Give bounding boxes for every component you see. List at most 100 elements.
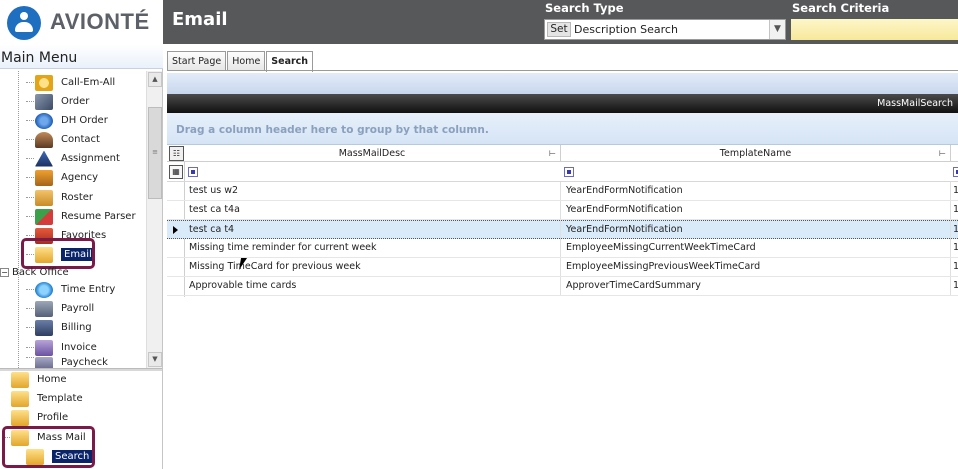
table-row[interactable]: test ca t4a YearEndFormNotification 1 <box>167 201 958 220</box>
pin-icon[interactable]: ⊢ <box>549 145 556 162</box>
sidebar-group-back-office[interactable]: − Back Office <box>0 266 69 278</box>
page-title: Email <box>172 9 228 30</box>
scroll-thumb[interactable]: ≡ <box>148 107 162 199</box>
tab-divider <box>167 70 958 71</box>
email-nav-template[interactable]: Template <box>11 389 83 408</box>
envelope-icon <box>11 390 29 407</box>
cell-desc: test ca t4a <box>184 201 561 219</box>
set-button[interactable]: Set <box>547 22 571 37</box>
search-type-select[interactable]: Set Description Search ▼ <box>544 19 786 40</box>
table-row[interactable]: test us w2 YearEndFormNotification 1 <box>167 182 958 201</box>
group-by-area[interactable]: Drag a column header here to group by th… <box>167 113 958 145</box>
cell-extra: 1 <box>953 280 958 291</box>
email-nav-label: Template <box>37 393 83 404</box>
filter-operator-icon[interactable] <box>188 167 198 177</box>
sidebar-item-dh-order[interactable]: DH Order <box>26 111 108 130</box>
tab-strip: Start Page Home Search <box>167 51 314 72</box>
search-type-value: Description Search <box>574 23 678 36</box>
sidebar-item-contact[interactable]: Contact <box>26 130 100 149</box>
billing-icon <box>35 319 53 336</box>
sidebar-item-call-em-all[interactable]: Call-Em-All <box>26 73 115 92</box>
email-nav-profile[interactable]: Profile <box>11 408 68 427</box>
calculator-icon <box>35 300 53 317</box>
clear-filter-icon[interactable]: ▦ <box>169 165 183 179</box>
table-row[interactable]: Approvable time cards ApproverTimeCardSu… <box>167 277 958 296</box>
sidebar-item-paycheck[interactable]: Paycheck <box>26 357 108 368</box>
panel-title-bar: MassMailSearch <box>167 94 958 113</box>
highlight-box-email <box>21 238 95 269</box>
search-criteria-input[interactable] <box>791 19 958 40</box>
scroll-up-icon[interactable]: ▲ <box>148 72 162 87</box>
grid-header-row: ☷ MassMailDesc ⊢ TemplateName ⊢ <box>167 145 958 162</box>
invoice-icon <box>35 339 53 356</box>
scroll-down-icon[interactable]: ▼ <box>148 352 162 367</box>
sidebar-item-resume-parser[interactable]: Resume Parser <box>26 207 136 226</box>
avionte-logo-icon <box>7 6 41 40</box>
highlight-box-mass-mail <box>2 426 95 468</box>
tab-start-page[interactable]: Start Page <box>167 51 227 71</box>
email-nav-home[interactable]: Home <box>11 370 67 389</box>
envelope-icon <box>11 409 29 426</box>
sidebar-item-label: Resume Parser <box>61 211 136 222</box>
sidebar-item-label: Payroll <box>61 303 95 314</box>
sidebar-scrollbar[interactable]: ▲ ≡ ▼ <box>146 71 162 368</box>
results-grid: ☷ MassMailDesc ⊢ TemplateName ⊢ ▦ test u… <box>167 145 958 469</box>
cell-template: EmployeeMissingPreviousWeekTimeCard <box>561 258 951 276</box>
cell-extra: 1 <box>953 242 958 253</box>
sidebar-item-payroll[interactable]: Payroll <box>26 299 94 318</box>
sidebar-item-agency[interactable]: Agency <box>26 168 98 187</box>
row-indicator-icon <box>173 226 178 234</box>
brand-name: AVIONTÉ <box>50 9 150 34</box>
sidebar-group-label: Back Office <box>12 266 69 278</box>
sidebar-item-time-entry[interactable]: Time Entry <box>26 280 115 299</box>
filter-operator-icon[interactable] <box>564 167 574 177</box>
sidebar-item-roster[interactable]: Roster <box>26 188 93 207</box>
cell-desc: test us w2 <box>184 182 561 200</box>
email-nav-label: Profile <box>37 412 69 423</box>
sidebar-item-label: DH Order <box>61 115 108 126</box>
sidebar-item-order[interactable]: Order <box>26 92 89 111</box>
logo: AVIONTÉ <box>0 0 163 44</box>
cell-template: EmployeeMissingCurrentWeekTimeCard <box>561 239 951 257</box>
grid-filter-row: ▦ <box>167 163 958 182</box>
phone-icon <box>35 74 53 91</box>
table-row[interactable]: Missing time reminder for current week E… <box>167 239 958 258</box>
paycheck-icon <box>35 357 53 368</box>
table-row-selected[interactable]: test ca t4 YearEndFormNotification 1 <box>167 220 958 239</box>
column-header-label: TemplateName <box>719 148 792 159</box>
globe-icon <box>35 112 53 129</box>
top-header: Email Search Type Set Description Search… <box>163 0 958 44</box>
group-by-hint: Drag a column header here to group by th… <box>176 124 489 136</box>
sidebar-item-billing[interactable]: Billing <box>26 318 92 337</box>
cell-template: ApproverTimeCardSummary <box>561 277 951 295</box>
collapse-icon[interactable]: − <box>0 267 9 277</box>
search-type-label: Search Type <box>545 1 624 15</box>
column-chooser-icon[interactable]: ☷ <box>169 146 184 161</box>
column-header-massmaildesc[interactable]: MassMailDesc ⊢ <box>184 145 561 162</box>
column-header-templatename[interactable]: TemplateName ⊢ <box>561 145 951 162</box>
cell-desc: Missing time reminder for current week <box>184 239 561 257</box>
app-window: AVIONTÉ Email Search Type Set Descriptio… <box>0 0 958 469</box>
sidebar-item-label: Contact <box>61 134 100 145</box>
cell-extra: 1 <box>953 185 958 196</box>
cell-template: YearEndFormNotification <box>561 221 951 239</box>
cell-extra: 1 <box>953 224 958 235</box>
search-criteria-label: Search Criteria <box>792 1 890 15</box>
sidebar-item-label: Billing <box>61 322 92 333</box>
sidebar-item-label: Paycheck <box>61 357 108 368</box>
sidebar-item-label: Time Entry <box>61 284 116 295</box>
tab-home[interactable]: Home <box>227 51 266 71</box>
table-row[interactable]: Missing TimeCard for previous week Emplo… <box>167 258 958 277</box>
sidebar-item-invoice[interactable]: Invoice <box>26 338 97 357</box>
tab-search[interactable]: Search <box>266 51 314 72</box>
sidebar-item-assignment[interactable]: Assignment <box>26 149 120 168</box>
cell-desc: test ca t4 <box>184 221 561 239</box>
pin-icon[interactable]: ⊢ <box>939 145 946 162</box>
filter-operator-icon[interactable] <box>953 167 958 177</box>
main-menu-title: Main Menu <box>0 44 163 69</box>
sidebar-item-label: Assignment <box>61 153 120 164</box>
tree-connector <box>18 71 19 368</box>
resume-icon <box>35 208 53 225</box>
sidebar-item-label: Call-Em-All <box>61 77 116 88</box>
chevron-down-icon[interactable]: ▼ <box>769 20 785 39</box>
